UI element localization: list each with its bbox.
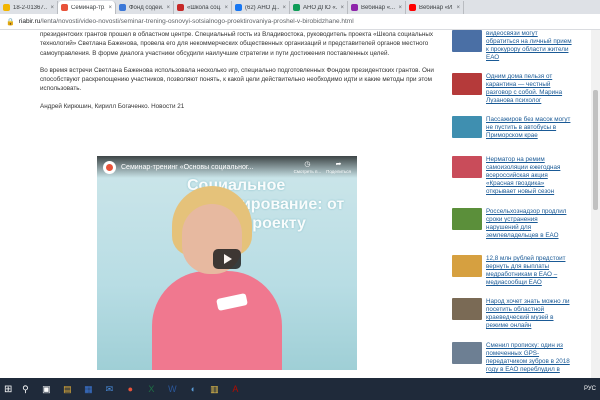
- news-link[interactable]: Россельхознадзор продлил сроки устранени…: [486, 208, 572, 240]
- tab-label: Семинар-тр...: [71, 4, 106, 11]
- news-link[interactable]: Пассажиров без масок могут не пустить в …: [486, 116, 572, 140]
- system-tray[interactable]: РУС: [584, 386, 596, 392]
- browser-tab-strip: 18-2-01367... × Семинар-тр... × Фонд содей..…: [0, 0, 600, 14]
- tab-favicon-icon: [119, 4, 126, 11]
- close-icon[interactable]: ×: [398, 5, 402, 11]
- news-thumbnail[interactable]: [452, 342, 482, 364]
- scrollbar-thumb[interactable]: [593, 90, 598, 210]
- news-thumbnail[interactable]: [452, 73, 482, 95]
- news-item[interactable]: видеосвязи могут обратиться на личный пр…: [452, 30, 600, 62]
- url-host: riabir.ru: [18, 18, 41, 25]
- browser-toolbar: 🔒 riabir.ru/lenta/novosti/video-novosti/…: [0, 14, 600, 30]
- news-item[interactable]: Пассажиров без масок могут не пустить в …: [452, 116, 600, 140]
- play-button[interactable]: [213, 249, 241, 269]
- watch-later-button[interactable]: ◷ Смотреть п...: [294, 161, 322, 174]
- news-link[interactable]: Одним дома пельзя от карантина — честный…: [486, 73, 572, 105]
- tab-favicon-icon: [3, 4, 10, 11]
- news-link[interactable]: 12,8 млн рублей предстоит вернуть для вы…: [486, 255, 572, 287]
- store-icon[interactable]: ▦: [80, 381, 96, 397]
- tab-label: Вебинар «...: [361, 4, 396, 11]
- tab-label: Вебинар «И...: [419, 4, 453, 11]
- clock-icon: ◷: [304, 160, 311, 168]
- news-link[interactable]: Сменил прописку: один из помеченных GPS-…: [486, 342, 572, 374]
- news-link[interactable]: Народ хочет знать можно ли посетить обла…: [486, 298, 572, 330]
- share-button[interactable]: ➦ Поделиться: [326, 161, 351, 174]
- news-thumbnail[interactable]: [452, 30, 482, 52]
- tab-label: АНО ДПО «...: [303, 4, 338, 11]
- close-icon[interactable]: ×: [456, 5, 460, 11]
- news-item[interactable]: Народ хочет знать можно ли посетить обла…: [452, 298, 600, 330]
- video-title[interactable]: Семинар-тренинг «Основы социальног...: [121, 164, 289, 171]
- browser-tab[interactable]: Вебинар «И...×: [406, 1, 464, 14]
- windows-taskbar: ⊞ ⚲ ▣ ▤ ▦ ✉ ● X W ◐ ▥ A РУС: [0, 378, 600, 400]
- browser-tab[interactable]: Вебинар «... ×: [348, 1, 406, 14]
- tab-label: Фонд содей...: [129, 4, 164, 11]
- photos-icon[interactable]: ◐: [185, 381, 201, 397]
- search-icon[interactable]: ⚲: [17, 381, 33, 397]
- news-thumbnail[interactable]: [452, 208, 482, 230]
- news-item[interactable]: 12,8 млн рублей предстоит вернуть для вы…: [452, 255, 600, 287]
- share-icon: ➦: [335, 160, 342, 168]
- close-icon[interactable]: ×: [108, 5, 112, 11]
- tab-favicon-icon: [61, 4, 68, 11]
- tab-favicon-icon: [351, 4, 358, 11]
- news-thumbnail[interactable]: [452, 255, 482, 277]
- lock-icon[interactable]: 🔒: [6, 18, 15, 26]
- start-icon[interactable]: ⊞: [4, 384, 12, 395]
- browser-tab[interactable]: Фонд содей... ×: [116, 1, 174, 14]
- word-icon[interactable]: W: [164, 381, 180, 397]
- video-header: Семинар-тренинг «Основы социальног... ◷ …: [97, 156, 357, 178]
- close-icon[interactable]: ×: [282, 5, 286, 11]
- address-bar[interactable]: riabir.ru/lenta/novosti/video-novosti/se…: [19, 18, 354, 25]
- main-content: президентских грантов прошел в областном…: [0, 30, 445, 378]
- video-speaker: [142, 186, 292, 370]
- channel-logo-icon[interactable]: [103, 160, 116, 174]
- files-icon[interactable]: ▤: [59, 381, 75, 397]
- news-link[interactable]: Нерматор на ремим самоизоляции ежегодная…: [486, 156, 572, 196]
- task-view-icon[interactable]: ▣: [38, 381, 54, 397]
- close-icon[interactable]: ×: [340, 5, 344, 11]
- news-item[interactable]: Россельхознадзор продлил сроки устранени…: [452, 208, 600, 240]
- close-icon[interactable]: ×: [166, 5, 170, 11]
- browser-tab[interactable]: АНО ДПО «... ×: [290, 1, 348, 14]
- video-player[interactable]: Социальное проектирование: от идеи к про…: [97, 156, 357, 370]
- browser-tab[interactable]: «Школа соц... ×: [174, 1, 232, 14]
- news-item[interactable]: Одним дома пельзя от карантина — честный…: [452, 73, 600, 105]
- browser-tab[interactable]: Семинар-тр... ×: [58, 1, 116, 14]
- tab-favicon-icon: [409, 4, 416, 11]
- language-indicator[interactable]: РУС: [584, 386, 596, 392]
- news-item[interactable]: Нерматор на ремим самоизоляции ежегодная…: [452, 156, 600, 196]
- sidebar-news: видеосвязи могут обратиться на личный пр…: [452, 30, 600, 378]
- tab-label: 18-2-01367...: [13, 4, 48, 11]
- news-thumbnail[interactable]: [452, 116, 482, 138]
- tab-label: (62) АНО Д...: [245, 4, 280, 11]
- browser-tab[interactable]: (62) АНО Д... ×: [232, 1, 290, 14]
- article-paragraph: президентских грантов прошел в областном…: [40, 31, 434, 57]
- mail-icon[interactable]: ✉: [101, 381, 117, 397]
- close-icon[interactable]: ×: [50, 5, 54, 11]
- news-link[interactable]: видеосвязи могут обратиться на личный пр…: [486, 30, 572, 62]
- acrobat-icon[interactable]: A: [227, 381, 243, 397]
- tab-favicon-icon: [235, 4, 242, 11]
- tab-label: «Школа соц...: [187, 4, 222, 11]
- article-body: президентских грантов прошел в областном…: [40, 30, 440, 119]
- news-thumbnail[interactable]: [452, 298, 482, 320]
- article-byline: Андрей Кирюшин, Кирилл Богаченко. Новост…: [40, 102, 185, 110]
- news-thumbnail[interactable]: [452, 156, 482, 178]
- page-scrollbar[interactable]: [591, 30, 600, 378]
- tab-favicon-icon: [293, 4, 300, 11]
- browser-tab[interactable]: 18-2-01367... ×: [0, 1, 58, 14]
- close-icon[interactable]: ×: [224, 5, 228, 11]
- url-path: /lenta/novosti/video-novosti/seminar-tre…: [40, 18, 354, 25]
- explorer-icon[interactable]: ▥: [206, 381, 222, 397]
- article-paragraph: Во время встречи Светлана Баженова испол…: [40, 66, 434, 93]
- tab-favicon-icon: [177, 4, 184, 11]
- news-item[interactable]: Сменил прописку: один из помеченных GPS-…: [452, 342, 600, 374]
- excel-icon[interactable]: X: [143, 381, 159, 397]
- chrome-icon[interactable]: ●: [122, 381, 138, 397]
